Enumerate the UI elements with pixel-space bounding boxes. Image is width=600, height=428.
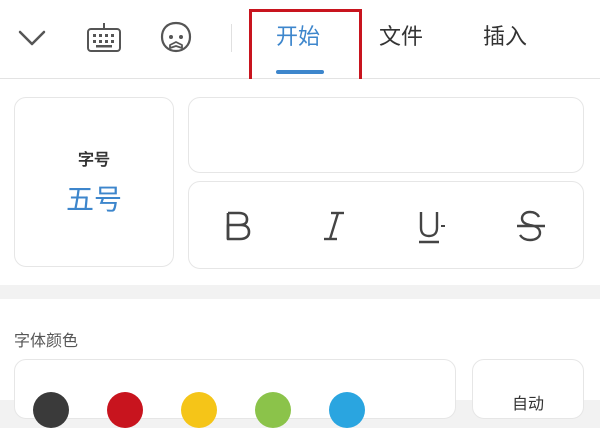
auto-color-button[interactable]: 自动 <box>472 359 584 419</box>
tab-start[interactable]: 开始 <box>276 24 320 52</box>
color-swatch-red[interactable] <box>107 392 143 428</box>
voice-assistant-icon[interactable] <box>156 18 196 58</box>
color-swatch-green[interactable] <box>255 392 291 428</box>
font-size-selector[interactable]: 字号 五号 <box>14 97 174 267</box>
text-format-bar <box>188 181 584 269</box>
keyboard-icon[interactable] <box>84 18 124 58</box>
font-color-panel: 字体颜色 自动 <box>0 299 600 428</box>
font-panel: 字号 五号 <box>0 79 600 285</box>
color-palette <box>14 359 456 428</box>
tab-file[interactable]: 文件 <box>379 24 423 52</box>
bold-icon[interactable] <box>215 204 259 248</box>
color-swatch-dark-gray[interactable] <box>33 392 69 428</box>
font-size-value: 五号 <box>65 183 122 216</box>
chevron-down-icon[interactable] <box>12 18 52 58</box>
auto-color-label: 自动 <box>511 394 544 413</box>
top-toolbar: 开始 文件 插入 <box>0 0 600 79</box>
active-tab-indicator <box>276 70 324 74</box>
color-swatch-blue[interactable] <box>329 392 365 428</box>
tab-insert[interactable]: 插入 <box>483 24 527 52</box>
italic-icon[interactable] <box>312 204 356 248</box>
strikethrough-icon[interactable] <box>509 204 553 248</box>
font-name-field[interactable] <box>188 97 584 173</box>
color-swatch-yellow[interactable] <box>181 392 217 428</box>
font-color-label: 字体颜色 <box>14 331 79 350</box>
font-size-label: 字号 <box>77 150 110 169</box>
toolbar-divider <box>231 24 232 52</box>
underline-icon[interactable] <box>409 204 453 248</box>
